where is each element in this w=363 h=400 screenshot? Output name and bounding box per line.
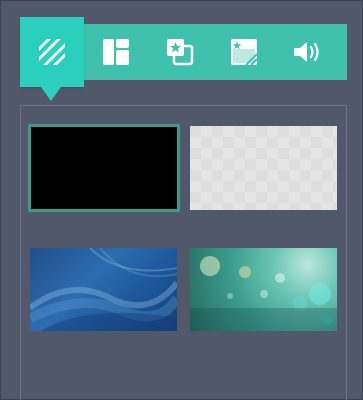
background-thumb-transparent[interactable] — [190, 126, 337, 210]
background-thumb-teal-bokeh[interactable] — [190, 248, 337, 331]
blue-wave-image — [30, 248, 177, 331]
speaker-volume-icon — [293, 40, 323, 64]
tab-layouts[interactable] — [84, 24, 148, 80]
tab-stickers[interactable] — [148, 24, 212, 80]
tab-backgrounds[interactable] — [20, 17, 84, 101]
layout-panels-icon — [103, 39, 129, 65]
teal-bokeh-image — [190, 256, 337, 331]
frame-effect-icon — [230, 38, 258, 66]
background-stripes-icon — [39, 39, 65, 65]
background-thumb-black[interactable] — [28, 124, 180, 212]
tab-frames[interactable] — [212, 24, 276, 80]
background-thumb-blue-wave[interactable] — [30, 248, 177, 331]
active-tab-pointer — [41, 87, 61, 101]
category-toolbar — [20, 17, 347, 101]
sticker-image-icon — [166, 38, 194, 66]
tab-audio[interactable] — [276, 24, 340, 80]
